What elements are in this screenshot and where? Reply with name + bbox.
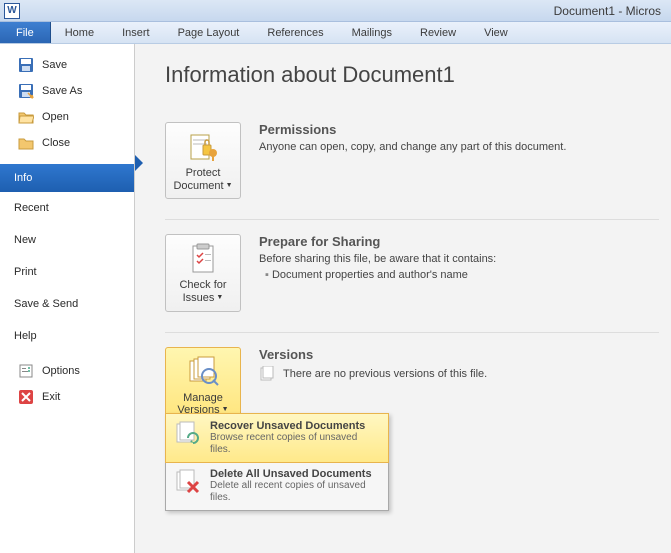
menu-item-title: Delete All Unsaved Documents [210, 468, 380, 480]
sidebar-label: Save [42, 59, 124, 71]
sidebar-item-print[interactable]: Print [0, 256, 134, 288]
sidebar-label: New [14, 234, 124, 246]
sidebar-item-help[interactable]: Help [0, 320, 134, 352]
sidebar-item-new[interactable]: New [0, 224, 134, 256]
sidebar-label: Recent [14, 202, 124, 214]
chevron-down-icon: ▼ [226, 182, 233, 189]
selected-indicator-icon [135, 155, 143, 171]
menu-item-desc: Browse recent copies of unsaved files. [210, 432, 380, 456]
tab-page-layout[interactable]: Page Layout [164, 22, 254, 43]
sidebar-label: Open [42, 111, 124, 123]
sidebar-item-options[interactable]: Options [0, 358, 134, 384]
window-title: Document1 - Micros [554, 4, 665, 18]
versions-body: There are no previous versions of this f… [283, 368, 487, 380]
section-versions: Manage Versions▼ Versions There are no p… [165, 333, 659, 444]
check-issues-icon [187, 243, 219, 275]
permissions-body: Anyone can open, copy, and change any pa… [259, 141, 659, 153]
sidebar-label: Save As [42, 85, 124, 97]
versions-status-icon [259, 366, 275, 382]
permissions-title: Permissions [259, 122, 659, 137]
sidebar-item-open[interactable]: Open [0, 104, 134, 130]
menu-item-recover-unsaved[interactable]: Recover Unsaved Documents Browse recent … [165, 413, 389, 463]
sidebar-label: Exit [42, 391, 124, 403]
sidebar-item-exit[interactable]: Exit [0, 384, 134, 410]
section-permissions: Protect Document▼ Permissions Anyone can… [165, 108, 659, 220]
sidebar-label: Help [14, 330, 124, 342]
prepare-title: Prepare for Sharing [259, 234, 659, 249]
chevron-down-icon: ▼ [216, 294, 223, 301]
tab-references[interactable]: References [253, 22, 337, 43]
sidebar-label: Options [42, 365, 124, 377]
prepare-items-list: Document properties and author's name [259, 269, 659, 281]
backstage-sidebar: Save Save As Open Close Info Recent [0, 44, 135, 553]
button-label: Check for Issues▼ [170, 279, 236, 304]
sidebar-label: Save & Send [14, 298, 124, 310]
button-label: Protect Document▼ [170, 167, 236, 192]
versions-title: Versions [259, 347, 659, 362]
tab-review[interactable]: Review [406, 22, 470, 43]
sidebar-item-save[interactable]: Save [0, 52, 134, 78]
menu-item-title: Recover Unsaved Documents [210, 420, 380, 432]
tab-home[interactable]: Home [51, 22, 108, 43]
tab-insert[interactable]: Insert [108, 22, 164, 43]
ribbon-tabs: File Home Insert Page Layout References … [0, 22, 671, 44]
menu-item-desc: Delete all recent copies of unsaved file… [210, 480, 380, 504]
sidebar-item-recent[interactable]: Recent [0, 192, 134, 224]
sidebar-item-info[interactable]: Info [0, 164, 134, 192]
prepare-item: Document properties and author's name [265, 269, 659, 281]
check-for-issues-button[interactable]: Check for Issues▼ [165, 234, 241, 311]
sidebar-item-save-as[interactable]: Save As [0, 78, 134, 104]
backstage-content: Information about Document1 Protect Docu… [135, 44, 671, 553]
manage-versions-menu: Recover Unsaved Documents Browse recent … [165, 413, 389, 511]
menu-item-delete-unsaved[interactable]: Delete All Unsaved Documents Delete all … [166, 462, 388, 510]
save-icon [18, 57, 34, 73]
title-bar: W Document1 - Micros [0, 0, 671, 22]
close-folder-icon [18, 135, 34, 151]
sidebar-label: Info [14, 172, 124, 184]
sidebar-item-close[interactable]: Close [0, 130, 134, 156]
page-title: Information about Document1 [165, 62, 659, 88]
open-folder-icon [18, 109, 34, 125]
recover-icon [174, 420, 202, 448]
manage-versions-icon [187, 356, 219, 388]
prepare-body: Before sharing this file, be aware that … [259, 253, 659, 265]
options-icon [18, 363, 34, 379]
sidebar-item-save-send[interactable]: Save & Send [0, 288, 134, 320]
tab-view[interactable]: View [470, 22, 522, 43]
protect-document-button[interactable]: Protect Document▼ [165, 122, 241, 199]
tab-mailings[interactable]: Mailings [338, 22, 406, 43]
tab-file[interactable]: File [0, 22, 51, 43]
word-app-icon: W [4, 3, 20, 19]
delete-icon [174, 468, 202, 496]
section-prepare-sharing: Check for Issues▼ Prepare for Sharing Be… [165, 220, 659, 332]
sidebar-label: Print [14, 266, 124, 278]
protect-document-icon [187, 131, 219, 163]
save-as-icon [18, 83, 34, 99]
exit-icon [18, 389, 34, 405]
sidebar-label: Close [42, 137, 124, 149]
